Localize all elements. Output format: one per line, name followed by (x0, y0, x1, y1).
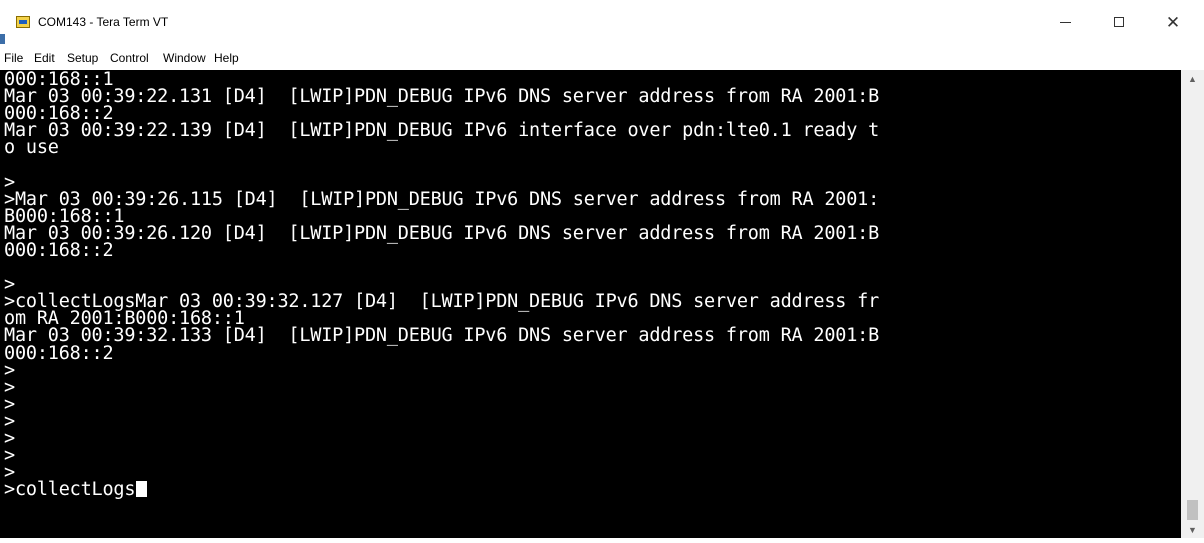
minimize-icon (1059, 21, 1071, 23)
window-bottom-border (0, 538, 1204, 543)
menu-window[interactable]: Window (163, 51, 206, 65)
terminal-line: Mar 03 00:39:32.133 [D4] [LWIP]PDN_DEBUG… (4, 325, 880, 347)
scrollbar-thumb[interactable] (1187, 500, 1198, 520)
window-title: COM143 - Tera Term VT (38, 15, 169, 29)
terminal-output: 000:168::1 Mar 03 00:39:22.131 [D4] [LWI… (4, 70, 880, 501)
close-icon: ✕ (1165, 12, 1181, 32)
maximize-icon (1114, 17, 1124, 27)
terminal-line: 000:168::2 (4, 239, 114, 261)
scroll-up-arrow-icon[interactable]: ▲ (1181, 70, 1204, 87)
terminal-line: 000:168::2 (4, 342, 114, 364)
minimize-button[interactable] (1042, 0, 1088, 44)
terminal-line: >Mar 03 00:39:26.115 [D4] [LWIP]PDN_DEBU… (4, 188, 880, 210)
terminal-line: Mar 03 00:39:22.131 [D4] [LWIP]PDN_DEBUG… (4, 86, 880, 108)
teraterm-app-icon[interactable] (16, 16, 30, 28)
menu-edit[interactable]: Edit (34, 51, 55, 65)
terminal-cursor (136, 481, 148, 498)
menu-bar: File Edit Setup Control Window Help (0, 44, 1204, 68)
terminal-line: Mar 03 00:39:26.120 [D4] [LWIP]PDN_DEBUG… (4, 222, 880, 244)
menu-file[interactable]: File (4, 51, 23, 65)
vertical-scrollbar[interactable]: ▲ ▼ (1181, 70, 1204, 538)
teraterm-window: COM143 - Tera Term VT ✕ File Edit Setup … (0, 0, 1204, 543)
title-bar[interactable]: COM143 - Tera Term VT ✕ (0, 0, 1204, 44)
terminal-prompt-line: >collectLogs (4, 479, 136, 501)
close-button[interactable]: ✕ (1150, 0, 1196, 44)
terminal-screen[interactable]: 000:168::1 Mar 03 00:39:22.131 [D4] [LWI… (0, 70, 1181, 538)
maximize-button[interactable] (1096, 0, 1142, 44)
terminal-line: o use (4, 137, 59, 159)
scroll-down-arrow-icon[interactable]: ▼ (1181, 521, 1204, 538)
menu-help[interactable]: Help (214, 51, 239, 65)
menu-control[interactable]: Control (110, 51, 149, 65)
terminal-line: Mar 03 00:39:22.139 [D4] [LWIP]PDN_DEBUG… (4, 120, 880, 142)
menu-setup[interactable]: Setup (67, 51, 98, 65)
